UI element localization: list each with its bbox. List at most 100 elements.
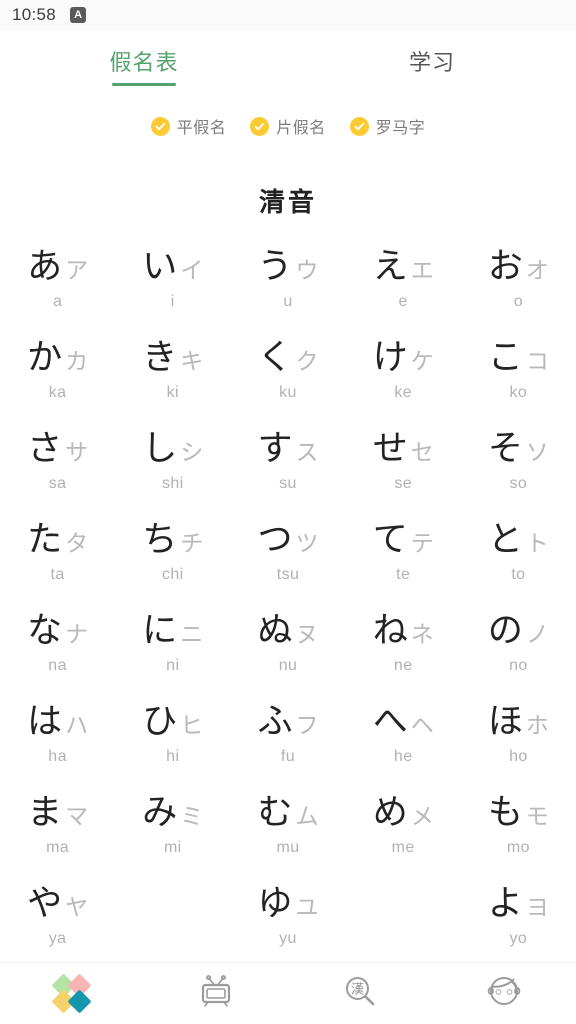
kana-line: ちチ [142, 523, 203, 558]
kana-cell[interactable]: へヘ he [346, 689, 461, 780]
face-icon [484, 971, 524, 1016]
kana-line: ぬヌ [257, 610, 319, 651]
tab-bar: 假名表 学习 [0, 30, 576, 92]
kana-cell[interactable]: かカ ka [0, 326, 115, 417]
hiragana-char: は [27, 701, 63, 742]
kana-cell[interactable]: ほホ ho [461, 689, 576, 780]
svg-text:漢: 漢 [351, 983, 364, 998]
hiragana-char: う [257, 247, 293, 288]
hiragana-char: に [142, 610, 178, 651]
katakana-char: フ [295, 712, 319, 739]
katakana-char: カ [65, 349, 89, 376]
kana-cell[interactable]: さサ sa [0, 417, 115, 508]
hiragana-char: ふ [257, 701, 293, 742]
kana-cell[interactable]: てテ te [346, 508, 461, 599]
kana-cell[interactable]: にニ ni [115, 599, 230, 690]
kana-cell[interactable]: のノ no [461, 599, 576, 690]
kana-cell[interactable]: ふフ fu [230, 689, 345, 780]
kana-cell[interactable]: そソ so [461, 417, 576, 508]
kana-line: さサ [27, 432, 88, 467]
katakana-char: ヌ [295, 621, 319, 648]
kana-cell[interactable]: とト to [461, 508, 576, 599]
hiragana-char: と [487, 520, 523, 561]
kana-cell[interactable]: すス su [230, 417, 345, 508]
kana-line: いイ [142, 250, 203, 285]
kana-cell[interactable]: ひヒ hi [115, 689, 230, 780]
check-icon[interactable] [349, 116, 369, 136]
nav-kana[interactable] [0, 963, 144, 1024]
nav-video[interactable] [144, 963, 288, 1024]
kana-cell[interactable]: こコ ko [461, 326, 576, 417]
hiragana-char: ぬ [257, 610, 293, 651]
filter-hiragana[interactable]: 平假名 [150, 114, 227, 138]
kana-cell[interactable]: ねネ ne [346, 599, 461, 690]
kanji-search-icon: 漢 [341, 972, 379, 1015]
nav-profile[interactable] [432, 963, 576, 1024]
katakana-char: ヤ [65, 894, 89, 921]
filter-romaji[interactable]: 罗马字 [349, 114, 426, 138]
tab-study-label: 学习 [408, 50, 455, 75]
kana-grid: あア a いイ i うウ u えエ e おオ o かカ ka きキ ki くク ku けケ ke こコ ko さサ sa し… [0, 229, 576, 962]
romaji-text: nu [278, 656, 298, 674]
romaji-text: no [509, 656, 528, 674]
katakana-char: セ [410, 440, 434, 467]
filter-katakana[interactable]: 片假名 [250, 114, 326, 138]
kana-line: やヤ [27, 883, 89, 924]
kana-line: きキ [142, 341, 203, 376]
kana-cell[interactable]: まマ ma [0, 780, 115, 871]
kana-line: とト [488, 523, 549, 558]
kana-cell[interactable]: えエe [346, 235, 461, 326]
hiragana-char: ゆ [257, 883, 293, 924]
ime-indicator-icon: A [70, 7, 87, 23]
kana-cell[interactable]: めメ me [346, 780, 461, 871]
tab-kana-table[interactable]: 假名表 [0, 30, 288, 92]
katakana-char: テ [410, 531, 434, 558]
kana-cell[interactable]: はハ ha [0, 689, 115, 780]
kana-cell[interactable]: くク ku [230, 326, 345, 417]
kana-cell[interactable]: しシ shi [115, 417, 230, 508]
kana-cell[interactable]: きキ ki [115, 326, 230, 417]
hiragana-char: よ [487, 883, 523, 924]
kana-line: ほホ [488, 704, 549, 740]
kana-cell[interactable]: けケ ke [346, 326, 461, 417]
kana-line: せセ [373, 432, 434, 467]
romaji-text: u [283, 293, 293, 311]
kana-cell[interactable]: せセ se [346, 417, 461, 508]
katakana-char: ト [525, 531, 549, 558]
kana-cell[interactable]: やヤ ya [0, 871, 115, 962]
kana-cell[interactable]: ちチ chi [115, 508, 230, 599]
check-icon[interactable] [150, 116, 170, 136]
romaji-text: ko [509, 384, 528, 402]
hiragana-char: や [27, 883, 63, 924]
kana-cell[interactable]: うウu [230, 235, 345, 326]
kana-cell-empty [346, 871, 461, 962]
kana-cell[interactable]: あアa [0, 235, 115, 326]
katakana-char: ネ [410, 621, 434, 648]
kana-cell[interactable]: もモ mo [461, 780, 576, 871]
romaji-text: ya [48, 929, 67, 947]
check-icon[interactable] [250, 116, 270, 136]
hiragana-char: み [142, 792, 178, 833]
kana-cell[interactable]: よヨ yo [461, 871, 576, 962]
kana-cell[interactable]: つツ tsu [230, 508, 345, 599]
nav-kanji-search[interactable]: 漢 [288, 963, 432, 1024]
kana-cell[interactable]: おオo [461, 235, 576, 326]
kana-cell[interactable]: なナ na [0, 599, 115, 690]
kana-cell[interactable]: ぬヌ nu [230, 599, 345, 690]
tab-study[interactable]: 学习 [288, 30, 576, 92]
romaji-text: te [396, 566, 411, 584]
katakana-char: ウ [295, 258, 319, 285]
katakana-char: イ [180, 258, 204, 285]
kana-line: こコ [488, 341, 549, 376]
katakana-char: ア [65, 258, 89, 285]
kana-line: たタ [27, 523, 88, 558]
katakana-char: ミ [180, 803, 204, 830]
kana-cell[interactable]: みミ mi [115, 780, 230, 871]
kana-cell[interactable]: いイi [115, 235, 230, 326]
kana-cell[interactable]: ゆユ yu [230, 871, 345, 962]
kana-cell[interactable]: むム mu [230, 780, 345, 871]
kana-cell[interactable]: たタ ta [0, 508, 115, 599]
romaji-text: fu [280, 747, 296, 765]
hiragana-char: き [142, 338, 178, 379]
katakana-char: ム [295, 803, 319, 830]
